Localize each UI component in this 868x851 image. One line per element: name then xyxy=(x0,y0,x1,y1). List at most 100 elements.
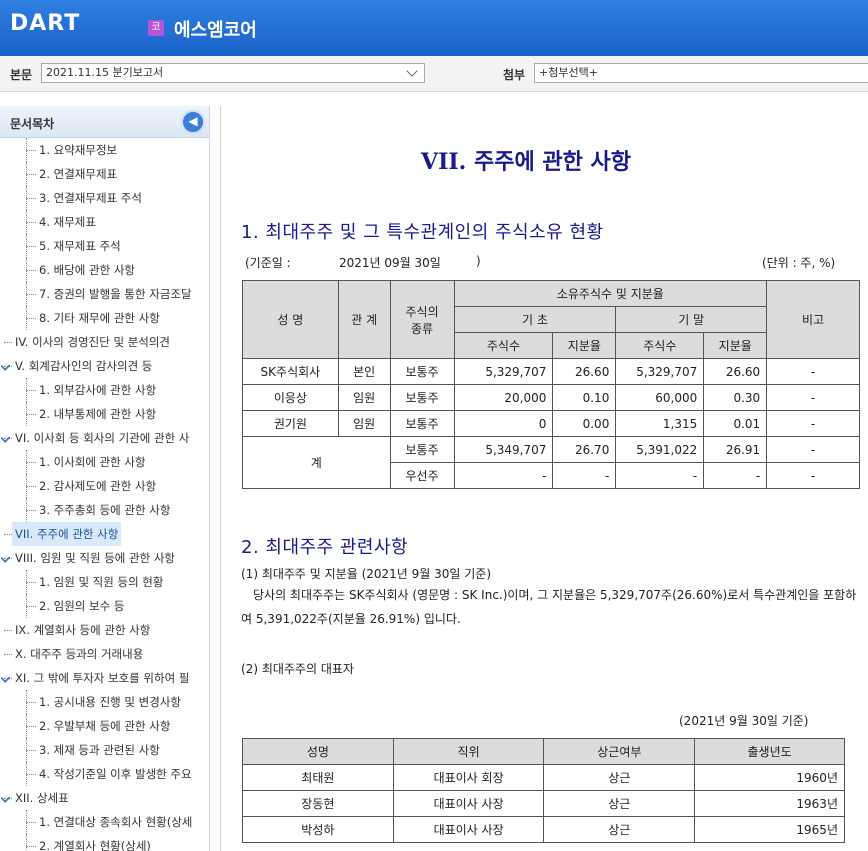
tree-connector xyxy=(26,414,36,415)
table-cell: 60,000 xyxy=(615,384,705,411)
tree-connector xyxy=(26,174,36,175)
sidebar-item-label: V. 회계감사인의 감사의견 등 xyxy=(15,359,153,373)
sidebar-item[interactable]: 3. 연결재무제표 주석 xyxy=(0,186,209,210)
table-cell: 대표이사 사장 xyxy=(392,816,545,843)
sidebar-item-label: XI. 그 밖에 투자자 보호를 위하여 필 xyxy=(15,671,190,685)
sidebar-item[interactable]: 1. 이사회에 관한 사항 xyxy=(0,450,209,474)
sidebar-item[interactable]: VII. 주주에 관한 사항 xyxy=(0,522,209,546)
sidebar-item[interactable]: 6. 배당에 관한 사항 xyxy=(0,258,209,282)
sidebar-item[interactable]: 7. 증권의 발행을 통한 자금조달 xyxy=(0,282,209,306)
page-title: VII. 주주에 관한 사항 xyxy=(421,149,631,175)
sidebar-item[interactable]: 3. 제재 등과 관련된 사항 xyxy=(0,738,209,762)
tree-connector xyxy=(26,150,36,151)
company-name: 에스엠코어 xyxy=(174,20,257,41)
table-cell: - xyxy=(552,462,617,489)
tree-connector xyxy=(26,510,36,511)
expand-check-icon[interactable] xyxy=(0,433,11,443)
sidebar-item[interactable]: 2. 계열회사 현황(상세) xyxy=(0,834,209,851)
sidebar-item[interactable]: 2. 내부통제에 관한 사항 xyxy=(0,402,209,426)
sidebar-item[interactable]: VI. 이사회 등 회사의 기관에 관한 사 xyxy=(0,426,209,450)
table-cell: 대표이사 사장 xyxy=(392,790,545,817)
tree-connector xyxy=(26,222,36,223)
tree-connector xyxy=(26,834,27,851)
col-end-shares: 주식수 xyxy=(615,332,705,359)
tree-connector xyxy=(26,750,36,751)
table-cell: 보통주 xyxy=(389,410,455,437)
table-row: 최태원 대표이사 회장 상근 1960년 xyxy=(242,764,845,791)
expand-check-icon[interactable] xyxy=(0,793,11,803)
base-date-close: ) xyxy=(476,254,481,268)
col-end: 기 말 xyxy=(615,306,768,333)
dart-logo[interactable]: DART xyxy=(10,11,80,36)
table-cell: - xyxy=(703,462,768,489)
main-doc-select-value: 2021.11.15 분기보고서 xyxy=(46,66,164,79)
sidebar-item[interactable]: 2. 우발부채 등에 관한 사항 xyxy=(0,714,209,738)
main-doc-select[interactable]: 2021.11.15 분기보고서 xyxy=(41,63,425,83)
expand-check-icon[interactable] xyxy=(0,673,11,683)
sidebar-item[interactable]: 1. 임원 및 직원 등의 현황 xyxy=(0,570,209,594)
sidebar-item-label: IV. 이사의 경영진단 및 분석의견 xyxy=(15,335,171,349)
table-cell: 26.60 xyxy=(552,358,617,385)
attachment-label: 첨부 xyxy=(503,68,526,82)
sidebar-item-label: 8. 기타 재무에 관한 사항 xyxy=(39,311,160,325)
sidebar-item[interactable]: 3. 주주총회 등에 관한 사항 xyxy=(0,498,209,522)
base-date-value: 2021년 09월 30일 xyxy=(339,256,441,270)
expand-check-icon[interactable] xyxy=(0,553,11,563)
sidebar-item[interactable]: X. 대주주 등과의 거래내용 xyxy=(0,642,209,666)
col-note: 비고 xyxy=(766,280,860,359)
sidebar-item-label: 1. 공시내용 진행 및 변경사항 xyxy=(39,695,181,709)
tree-connector xyxy=(26,378,27,402)
sidebar-item[interactable]: 1. 요약재무정보 xyxy=(0,138,209,162)
sidebar-item[interactable]: XII. 상세표 xyxy=(0,786,209,810)
sidebar-item[interactable]: IV. 이사의 경영진단 및 분석의견 xyxy=(0,330,209,354)
attachment-select[interactable]: +첨부선택+ xyxy=(534,63,868,83)
col-relation: 관 계 xyxy=(337,280,391,359)
table-cell: 보통주 xyxy=(389,436,455,463)
sidebar-item[interactable]: IX. 계열회사 등에 관한 사항 xyxy=(0,618,209,642)
rep-col-header: 상근여부 xyxy=(543,738,696,765)
tree-connector xyxy=(26,498,27,522)
table-cell: 5,329,707 xyxy=(615,358,705,385)
rep-col-header: 직위 xyxy=(392,738,545,765)
table-cell: - xyxy=(453,462,554,489)
col-stock-type: 주식의 종류 xyxy=(389,280,455,359)
sidebar-item[interactable]: 4. 작성기준일 이후 발생한 주요 xyxy=(0,762,209,786)
sidebar-item[interactable]: 4. 재무제표 xyxy=(0,210,209,234)
table-cell: 0 xyxy=(453,410,554,437)
sidebar-item[interactable]: 8. 기타 재무에 관한 사항 xyxy=(0,306,209,330)
table-cell: 5,391,022 xyxy=(615,436,705,463)
sidebar-item-label: 2. 계열회사 현황(상세) xyxy=(39,839,151,851)
sidebar-item[interactable]: 2. 연결재무제표 xyxy=(0,162,209,186)
rep-asof: (2021년 9월 30일 기준) xyxy=(679,714,809,728)
sidebar-item-label: 1. 이사회에 관한 사항 xyxy=(39,455,146,469)
table-cell: - xyxy=(766,462,860,489)
sidebar-item[interactable]: V. 회계감사인의 감사의견 등 xyxy=(0,354,209,378)
sidebar-item[interactable]: 1. 공시내용 진행 및 변경사항 xyxy=(0,690,209,714)
rep-header-row: 성명 직위 상근여부 출생년도 xyxy=(242,738,845,765)
sidebar-item[interactable]: 1. 연결대상 종속회사 현황(상세 xyxy=(0,810,209,834)
table-cell: 보통주 xyxy=(389,358,455,385)
tree-connector xyxy=(26,702,36,703)
collapse-sidebar-button[interactable]: ◀ xyxy=(181,110,205,134)
sidebar-item-label: 2. 감사제도에 관한 사항 xyxy=(39,479,157,493)
sidebar-item[interactable]: 2. 감사제도에 관한 사항 xyxy=(0,474,209,498)
sidebar-item[interactable]: 1. 외부감사에 관한 사항 xyxy=(0,378,209,402)
sidebar-item-label: XII. 상세표 xyxy=(15,791,69,805)
table-cell: 26.70 xyxy=(552,436,617,463)
sidebar-item[interactable]: XI. 그 밖에 투자자 보호를 위하여 필 xyxy=(0,666,209,690)
document-viewer: VII. 주주에 관한 사항 1. 최대주주 및 그 특수관계인의 주식소유 현… xyxy=(220,106,868,851)
document-toolbar: 본문 2021.11.15 분기보고서 첨부 +첨부선택+ xyxy=(0,56,868,92)
table-cell: - xyxy=(615,462,705,489)
expand-check-icon[interactable] xyxy=(0,361,11,371)
table-cell: 이응상 xyxy=(242,384,339,411)
sidebar-item[interactable]: VIII. 임원 및 직원 등에 관한 사항 xyxy=(0,546,209,570)
sidebar-item[interactable]: 2. 임원의 보수 등 xyxy=(0,594,209,618)
tree-connector xyxy=(26,582,36,583)
col-begin-shares: 주식수 xyxy=(453,332,554,359)
shareholder-table: 성 명 관 계 주식의 종류 소유주식수 및 지분율 비고 기 초 기 말 주식… xyxy=(242,280,860,489)
table-cell: 대표이사 회장 xyxy=(392,764,545,791)
table-cell: 26.91 xyxy=(703,436,768,463)
sidebar-item-label: X. 대주주 등과의 거래내용 xyxy=(15,647,144,661)
col-end-ratio: 지분율 xyxy=(703,332,768,359)
sidebar-item[interactable]: 5. 재무제표 주석 xyxy=(0,234,209,258)
